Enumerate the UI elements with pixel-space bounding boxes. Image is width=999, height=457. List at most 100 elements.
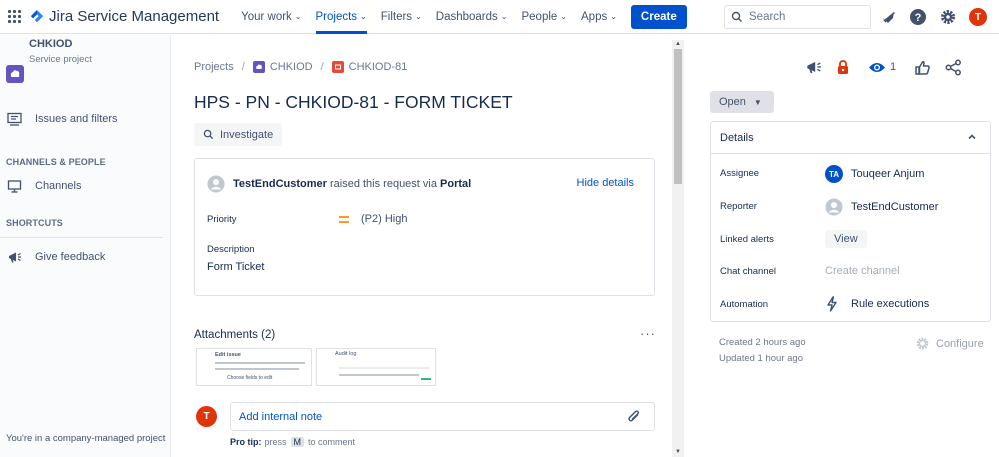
priority-value: (P2) High (361, 213, 408, 225)
monitor-icon (6, 178, 22, 194)
hide-details-link[interactable]: Hide details (577, 177, 634, 189)
nav-label: Dashboards (435, 10, 498, 23)
search-icon (203, 129, 214, 140)
sidebar-item-label: Channels (35, 180, 82, 192)
details-header[interactable]: Details (711, 122, 990, 154)
paperclip-icon[interactable] (626, 409, 642, 425)
thumbnail-caption: Choose fields to edit (227, 375, 273, 381)
nav-label: Filters (380, 10, 413, 23)
breadcrumb: Projects / CHKIOD / CHKIOD-81 (194, 61, 407, 73)
project-name[interactable]: CHKIOD (29, 38, 72, 50)
search-input[interactable]: Search (724, 5, 871, 29)
reporter-field[interactable]: TestEndCustomer (825, 198, 938, 216)
status-dropdown[interactable]: Open ▼ (710, 91, 774, 113)
chat-channel-label: Chat channel (720, 266, 776, 277)
breadcrumb-separator: / (320, 61, 324, 73)
sidebar-item-feedback[interactable]: Give feedback (6, 249, 105, 265)
jira-logo-icon (30, 9, 44, 22)
protip-label: Pro tip: (230, 437, 262, 447)
create-channel-link[interactable]: Create channel (825, 265, 900, 277)
sidebar-divider (0, 237, 163, 238)
breadcrumb-project[interactable]: CHKIOD (270, 61, 313, 73)
nav-projects[interactable]: Projects ⌄ (315, 0, 368, 34)
thumbnail-line (215, 368, 299, 370)
user-avatar: T (196, 406, 217, 427)
assignee-field[interactable]: TA Touqeer Anjum (825, 165, 924, 183)
scrollbar-thumb[interactable] (674, 49, 682, 184)
breadcrumb-issue[interactable]: CHKIOD-81 (349, 61, 408, 73)
person-avatar-icon (825, 198, 843, 216)
raised-by-line: TestEndCustomer raised this request via … (207, 175, 471, 193)
thumbs-up-icon[interactable] (914, 59, 931, 76)
chevron-down-icon: ⌄ (415, 12, 422, 21)
issues-list-icon (6, 111, 22, 127)
automation-field[interactable]: Rule executions (825, 296, 929, 312)
automation-value: Rule executions (851, 298, 930, 310)
raised-text: raised this request via (326, 178, 441, 190)
create-button[interactable]: Create (630, 4, 687, 29)
thumbnail-status-mark (421, 378, 431, 380)
svg-text:?: ? (915, 12, 922, 24)
thumbnail-line (339, 374, 419, 376)
attachment-thumbnail[interactable]: Edit issue Choose fields to edit (196, 348, 312, 386)
jira-logo[interactable]: Jira Service Management (30, 8, 219, 25)
description-label: Description (207, 244, 255, 255)
nav-label: Apps (581, 10, 608, 23)
assignee-value: Touqeer Anjum (851, 168, 925, 180)
search-icon (731, 11, 742, 22)
nav-label: Projects (315, 10, 358, 23)
project-avatar-icon (252, 61, 265, 73)
investigate-button[interactable]: Investigate (194, 123, 283, 146)
feedback-megaphone-icon[interactable] (805, 59, 822, 76)
issue-type-icon (331, 61, 344, 73)
attachments-heading: Attachments (2) (194, 329, 276, 341)
note-placeholder: Add internal note (239, 410, 323, 423)
configure-button[interactable]: Configure (915, 336, 984, 351)
issue-title[interactable]: HPS - PN - CHKIOD-81 - FORM TICKET (194, 92, 513, 113)
chevron-up-icon[interactable] (966, 131, 978, 143)
chevron-down-icon: ⌄ (560, 12, 567, 21)
nav-dashboards[interactable]: Dashboards ⌄ (436, 0, 508, 34)
scroll-down-icon[interactable]: ▼ (674, 449, 682, 455)
internal-note-input[interactable]: Add internal note (230, 402, 655, 431)
thumbnail-title: Edit issue (215, 352, 241, 358)
description-value[interactable]: Form Ticket (207, 261, 264, 273)
status-value: Open (719, 96, 746, 108)
created-timestamp: Created 2 hours ago (719, 337, 806, 348)
sidebar-item-issues[interactable]: Issues and filters (6, 111, 118, 127)
scroll-up-icon[interactable]: ▲ (674, 41, 682, 47)
share-icon[interactable] (945, 59, 962, 76)
project-header[interactable] (6, 59, 24, 83)
nav-your-work[interactable]: Your work ⌄ (241, 0, 301, 34)
more-actions-icon[interactable]: ··· (640, 326, 656, 341)
reporter-name[interactable]: TestEndCustomer (233, 178, 327, 190)
view-alerts-button[interactable]: View (825, 230, 867, 248)
priority-field[interactable]: (P2) High (339, 213, 407, 225)
details-panel: Details Assignee TA Touqeer Anjum Report… (710, 121, 991, 322)
lock-icon[interactable] (836, 59, 850, 76)
watch-eye-icon[interactable] (868, 61, 886, 74)
notifications-icon[interactable] (880, 8, 898, 26)
megaphone-icon (6, 249, 22, 265)
nav-people[interactable]: People ⌄ (521, 0, 567, 34)
breadcrumb-projects[interactable]: Projects (194, 61, 234, 73)
settings-gear-icon[interactable] (939, 8, 957, 26)
chevron-down-icon: ⌄ (360, 12, 367, 21)
app-switcher-icon[interactable] (8, 9, 22, 24)
sidebar-item-channels[interactable]: Channels (6, 178, 81, 194)
help-icon[interactable]: ? (909, 8, 927, 26)
nav-apps[interactable]: Apps ⌄ (581, 0, 617, 34)
breadcrumb-separator: / (241, 61, 245, 73)
search-placeholder: Search (749, 11, 786, 23)
channels-heading: CHANNELS & PEOPLE (6, 157, 106, 167)
reporter-label: Reporter (720, 201, 757, 212)
gear-icon (916, 337, 929, 350)
sidebar-item-label: Issues and filters (35, 113, 118, 125)
keyboard-key: M (290, 437, 305, 447)
user-avatar[interactable]: T (969, 8, 987, 26)
thumbnail-line (215, 362, 305, 364)
project-sidebar: CHKIOD Service project Issues and filter… (0, 35, 171, 457)
project-avatar-icon (6, 65, 24, 83)
attachment-thumbnail[interactable]: Audit log (316, 348, 436, 386)
nav-filters[interactable]: Filters ⌄ (381, 0, 422, 34)
